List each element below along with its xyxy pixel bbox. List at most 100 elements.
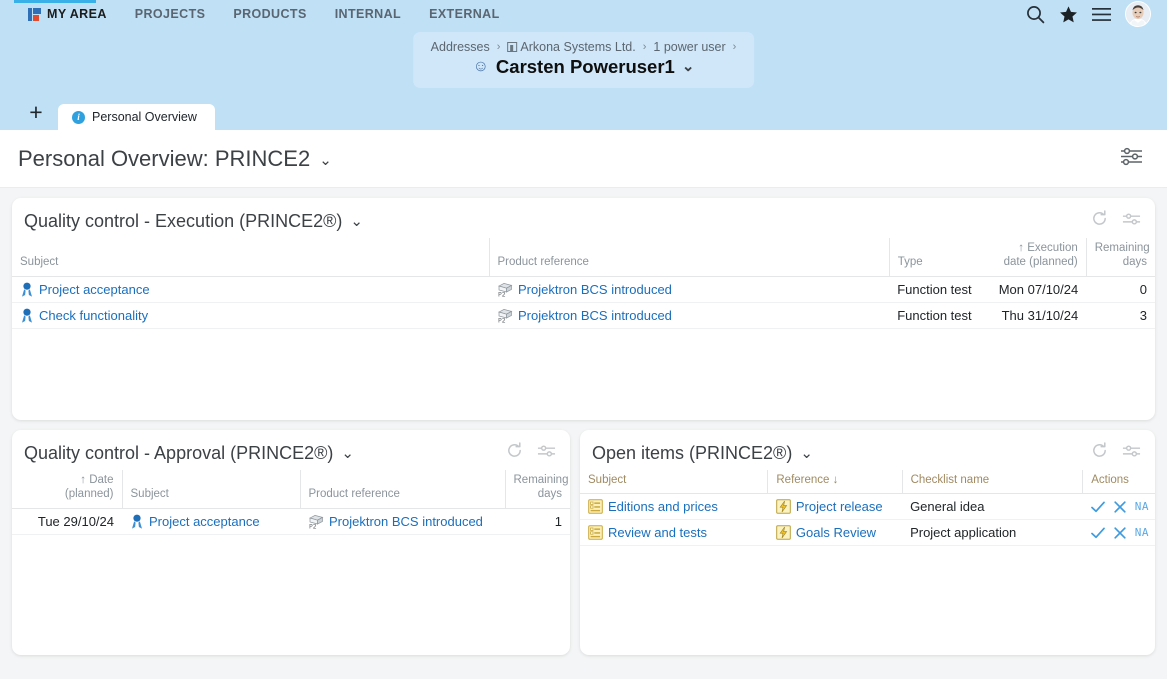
column-header-subject[interactable]: Subject <box>12 238 489 277</box>
sliders-icon[interactable] <box>537 444 556 463</box>
column-header-reference[interactable]: Reference ↓ <box>767 470 903 495</box>
cell-remaining-days: 0 <box>1086 276 1155 303</box>
link-product-reference[interactable]: Projektron BCS introduced <box>518 308 672 323</box>
breadcrumb-current-entity[interactable]: ☺ Carsten Poweruser1 ⌄ <box>431 56 737 78</box>
nav-item-external[interactable]: EXTERNAL <box>415 0 514 28</box>
column-header-subject[interactable]: Subject <box>580 470 768 495</box>
panel-tools-approval <box>506 442 556 464</box>
refresh-icon[interactable] <box>1091 210 1108 232</box>
user-avatar[interactable] <box>1125 1 1151 27</box>
accept-check-action[interactable] <box>1090 501 1105 513</box>
table-row[interactable]: Review and tests Goals Review Project ap… <box>580 519 1155 547</box>
table-row[interactable]: Project acceptance P2 Projektron BCS int… <box>12 276 1155 303</box>
column-header-product-reference[interactable]: Product reference <box>299 470 505 509</box>
chevron-down-icon[interactable]: ⌄ <box>350 214 363 229</box>
page-title[interactable]: Personal Overview: PRINCE2 ⌄ <box>18 146 332 172</box>
link-product-reference[interactable]: Projektron BCS introduced <box>329 514 483 529</box>
breadcrumb-band: Addresses › Arkona Systems Ltd. › 1 powe… <box>0 28 1167 98</box>
panel-quality-control-approval: Quality control - Approval (PRINCE2®) ⌄ <box>12 430 570 655</box>
column-header-actions: Actions <box>1082 470 1155 495</box>
cell-execution-date: Mon 07/10/24 <box>985 276 1087 303</box>
panel-quality-control-execution: Quality control - Execution (PRINCE2®) ⌄… <box>12 198 1155 420</box>
chevron-down-icon[interactable]: ⌄ <box>319 153 332 168</box>
link-subject[interactable]: Editions and prices <box>608 499 718 514</box>
link-subject[interactable]: Project acceptance <box>39 282 150 297</box>
cell-type: Function test <box>889 302 986 329</box>
chevron-down-icon[interactable]: ⌄ <box>682 59 695 74</box>
checklist-icon <box>588 499 603 515</box>
column-header-remaining-days-label: Remaining days <box>1094 242 1150 269</box>
add-tab-button[interactable]: + <box>14 98 58 130</box>
nav-item-internal-label: INTERNAL <box>334 7 402 21</box>
reject-x-action[interactable] <box>1114 501 1126 513</box>
table-row[interactable]: Tue 29/10/24 Project acceptance P2 Proje… <box>12 508 570 535</box>
table-header-row: Subject Reference ↓ Checklist name Actio… <box>580 470 1155 495</box>
breadcrumb-item-addresses[interactable]: Addresses <box>431 40 490 54</box>
chevron-down-icon[interactable]: ⌄ <box>800 446 813 461</box>
top-nav-actions <box>1026 1 1157 27</box>
nav-item-internal[interactable]: INTERNAL <box>321 0 415 28</box>
cell-type: Function test <box>889 276 986 303</box>
cell-checklist-name: General idea <box>902 493 1083 521</box>
table-row[interactable]: Editions and prices Project release Gene… <box>580 493 1155 521</box>
link-reference[interactable]: Project release <box>796 499 883 514</box>
menu-hamburger-icon[interactable] <box>1092 7 1111 22</box>
nav-item-products[interactable]: PRODUCTS <box>219 0 320 28</box>
link-subject[interactable]: Review and tests <box>608 525 707 540</box>
not-applicable-action[interactable]: NA <box>1135 501 1149 512</box>
quality-ribbon-icon <box>20 308 34 323</box>
reject-x-action[interactable] <box>1114 527 1126 539</box>
column-header-date-planned-label: ↑ Date (planned) <box>64 474 114 501</box>
accept-check-action[interactable] <box>1090 527 1105 539</box>
panel-title-open-items-label: Open items (PRINCE2®) <box>592 442 793 463</box>
sliders-icon[interactable] <box>1122 444 1141 463</box>
link-subject[interactable]: Project acceptance <box>149 514 260 529</box>
column-header-remaining-days[interactable]: Remaining days <box>504 470 570 509</box>
table-approval: ↑ Date (planned) Subject Product referen… <box>12 470 570 535</box>
column-header-subject[interactable]: Subject <box>121 470 300 509</box>
chevron-down-icon[interactable]: ⌄ <box>341 446 354 461</box>
column-header-date-planned[interactable]: ↑ Date (planned) <box>12 470 122 509</box>
table-open-items: Subject Reference ↓ Checklist name Actio… <box>580 470 1155 547</box>
favorites-star-icon[interactable] <box>1059 5 1078 24</box>
table-row[interactable]: Check functionality P2 Projektron BCS in… <box>12 302 1155 329</box>
cell-actions: NA <box>1082 519 1155 547</box>
table-header-row: Subject Product reference Type ↑ Executi… <box>12 238 1155 277</box>
breadcrumb: Addresses › Arkona Systems Ltd. › 1 powe… <box>412 32 755 88</box>
breadcrumb-item-power-user[interactable]: 1 power user <box>653 40 725 54</box>
cell-reference: Goals Review <box>767 519 903 547</box>
card-icon <box>507 42 518 52</box>
page-settings-sliders-icon[interactable] <box>1120 147 1143 171</box>
cell-subject: Review and tests <box>580 519 768 547</box>
breadcrumb-current-entity-label: Carsten Poweruser1 <box>495 56 675 77</box>
checklist-icon <box>588 525 603 541</box>
breadcrumb-separator: › <box>496 41 501 53</box>
panel-title-execution[interactable]: Quality control - Execution (PRINCE2®) ⌄ <box>24 211 363 232</box>
refresh-icon[interactable] <box>1091 442 1108 464</box>
column-header-execution-date[interactable]: ↑ Execution date (planned) <box>985 238 1087 277</box>
not-applicable-action[interactable]: NA <box>1135 527 1149 538</box>
link-subject[interactable]: Check functionality <box>39 308 148 323</box>
column-header-checklist-name[interactable]: Checklist name <box>901 470 1083 495</box>
nav-item-projects[interactable]: PROJECTS <box>121 0 220 28</box>
link-product-reference[interactable]: Projektron BCS introduced <box>518 282 672 297</box>
tab-personal-overview-label: Personal Overview <box>92 110 197 124</box>
search-icon[interactable] <box>1026 5 1045 24</box>
column-header-product-reference[interactable]: Product reference <box>488 238 890 277</box>
link-reference[interactable]: Goals Review <box>796 525 876 540</box>
cell-checklist-name: Project application <box>902 519 1083 547</box>
table-wrapper-open-items: Subject Reference ↓ Checklist name Actio… <box>580 470 1155 655</box>
panel-title-open-items[interactable]: Open items (PRINCE2®) ⌄ <box>592 443 813 464</box>
panel-tools-execution <box>1091 210 1141 232</box>
person-icon: ☺ <box>472 58 489 75</box>
refresh-icon[interactable] <box>506 442 523 464</box>
sliders-icon[interactable] <box>1122 212 1141 231</box>
panel-title-approval[interactable]: Quality control - Approval (PRINCE2®) ⌄ <box>24 443 354 464</box>
tab-personal-overview[interactable]: i Personal Overview <box>58 104 215 130</box>
cell-product-reference: P2 Projektron BCS introduced <box>489 276 890 303</box>
page-header: Personal Overview: PRINCE2 ⌄ <box>0 130 1167 188</box>
breadcrumb-item-company[interactable]: Arkona Systems Ltd. <box>507 40 636 54</box>
column-header-remaining-days[interactable]: Remaining days <box>1085 238 1155 277</box>
nav-item-my-area[interactable]: MY AREA <box>14 0 121 28</box>
column-header-type[interactable]: Type <box>888 238 986 277</box>
